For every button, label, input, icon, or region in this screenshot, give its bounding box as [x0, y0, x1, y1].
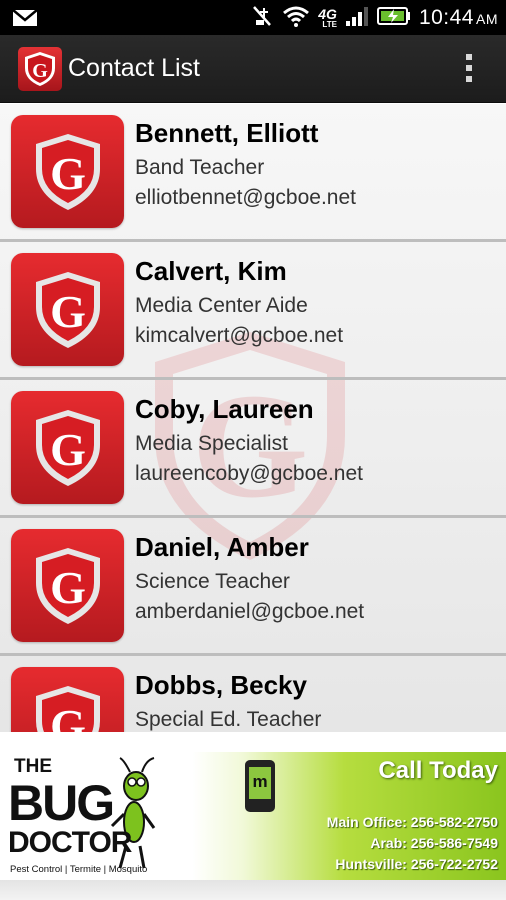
bottom-strip	[0, 880, 506, 900]
clock: 10:44 AM	[418, 5, 498, 29]
ad-logo-doctor: DOCTOR	[8, 826, 132, 859]
action-bar: G Contact List	[0, 35, 506, 103]
app-logo-icon[interactable]: G	[18, 47, 62, 91]
contact-logo-icon: G	[11, 667, 124, 732]
contact-item[interactable]: G Calvert, Kim Media Center Aide kimcalv…	[0, 242, 506, 380]
svg-text:G: G	[50, 424, 86, 475]
contact-item[interactable]: G Coby, Laureen Media Specialist laureen…	[0, 380, 506, 518]
svg-text:G: G	[50, 562, 86, 613]
contact-role: Media Center Aide	[135, 294, 308, 317]
svg-text:G: G	[50, 148, 86, 199]
contact-role: Special Ed. Teacher	[135, 708, 322, 731]
contact-name: Bennett, Elliott	[135, 118, 319, 148]
page-title: Contact List	[68, 54, 201, 82]
ad-logo-bug: BUG	[8, 775, 115, 831]
ad-arab-phone: Arab: 256-586-7549	[370, 835, 498, 851]
contact-list[interactable]: G G Bennett, Elliott Band Teacher elliot…	[0, 104, 506, 732]
overflow-menu-icon[interactable]	[466, 54, 474, 84]
ad-banner[interactable]: THE BUG DOCTOR Pest Control | Termite | …	[0, 752, 506, 880]
wifi-icon	[282, 5, 310, 31]
network-type-icon: 4G LTE	[318, 5, 337, 29]
signal-icon	[345, 5, 369, 31]
contact-role: Science Teacher	[135, 570, 290, 593]
contact-item[interactable]: G Bennett, Elliott Band Teacher elliotbe…	[0, 104, 506, 242]
ad-headline: Call Today	[378, 757, 498, 784]
phone-icon: m	[245, 760, 275, 812]
status-bar: 4G LTE 10:44 AM	[0, 0, 506, 35]
ad-main-office: Main Office: 256-582-2750	[326, 814, 498, 830]
contact-role: Band Teacher	[135, 156, 265, 179]
battery-charging-icon	[376, 6, 411, 30]
contact-name: Calvert, Kim	[135, 256, 287, 286]
mute-icon	[250, 4, 274, 32]
contact-item[interactable]: G Dobbs, Becky Special Ed. Teacher	[0, 656, 506, 732]
ad-tagline: Pest Control | Termite | Mosquito	[10, 864, 148, 875]
contact-item[interactable]: G Daniel, Amber Science Teacher amberdan…	[0, 518, 506, 656]
mail-icon	[12, 9, 38, 31]
contact-email[interactable]: laureencoby@gcboe.net	[135, 462, 363, 486]
contact-logo-icon: G	[11, 529, 124, 642]
contact-name: Coby, Laureen	[135, 394, 314, 424]
contact-name: Dobbs, Becky	[135, 670, 307, 700]
contact-email[interactable]: elliotbennet@gcboe.net	[135, 186, 356, 210]
svg-text:G: G	[50, 700, 86, 733]
contact-email[interactable]: kimcalvert@gcboe.net	[135, 324, 343, 348]
contact-logo-icon: G	[11, 115, 124, 228]
svg-text:G: G	[32, 60, 48, 82]
contact-email[interactable]: amberdaniel@gcboe.net	[135, 600, 364, 624]
contact-name: Daniel, Amber	[135, 532, 309, 562]
ad-huntsville-phone: Huntsville: 256-722-2752	[335, 856, 498, 872]
contact-logo-icon: G	[11, 391, 124, 504]
contact-logo-icon: G	[11, 253, 124, 366]
contact-role: Media Specialist	[135, 432, 288, 455]
svg-text:G: G	[50, 286, 86, 337]
